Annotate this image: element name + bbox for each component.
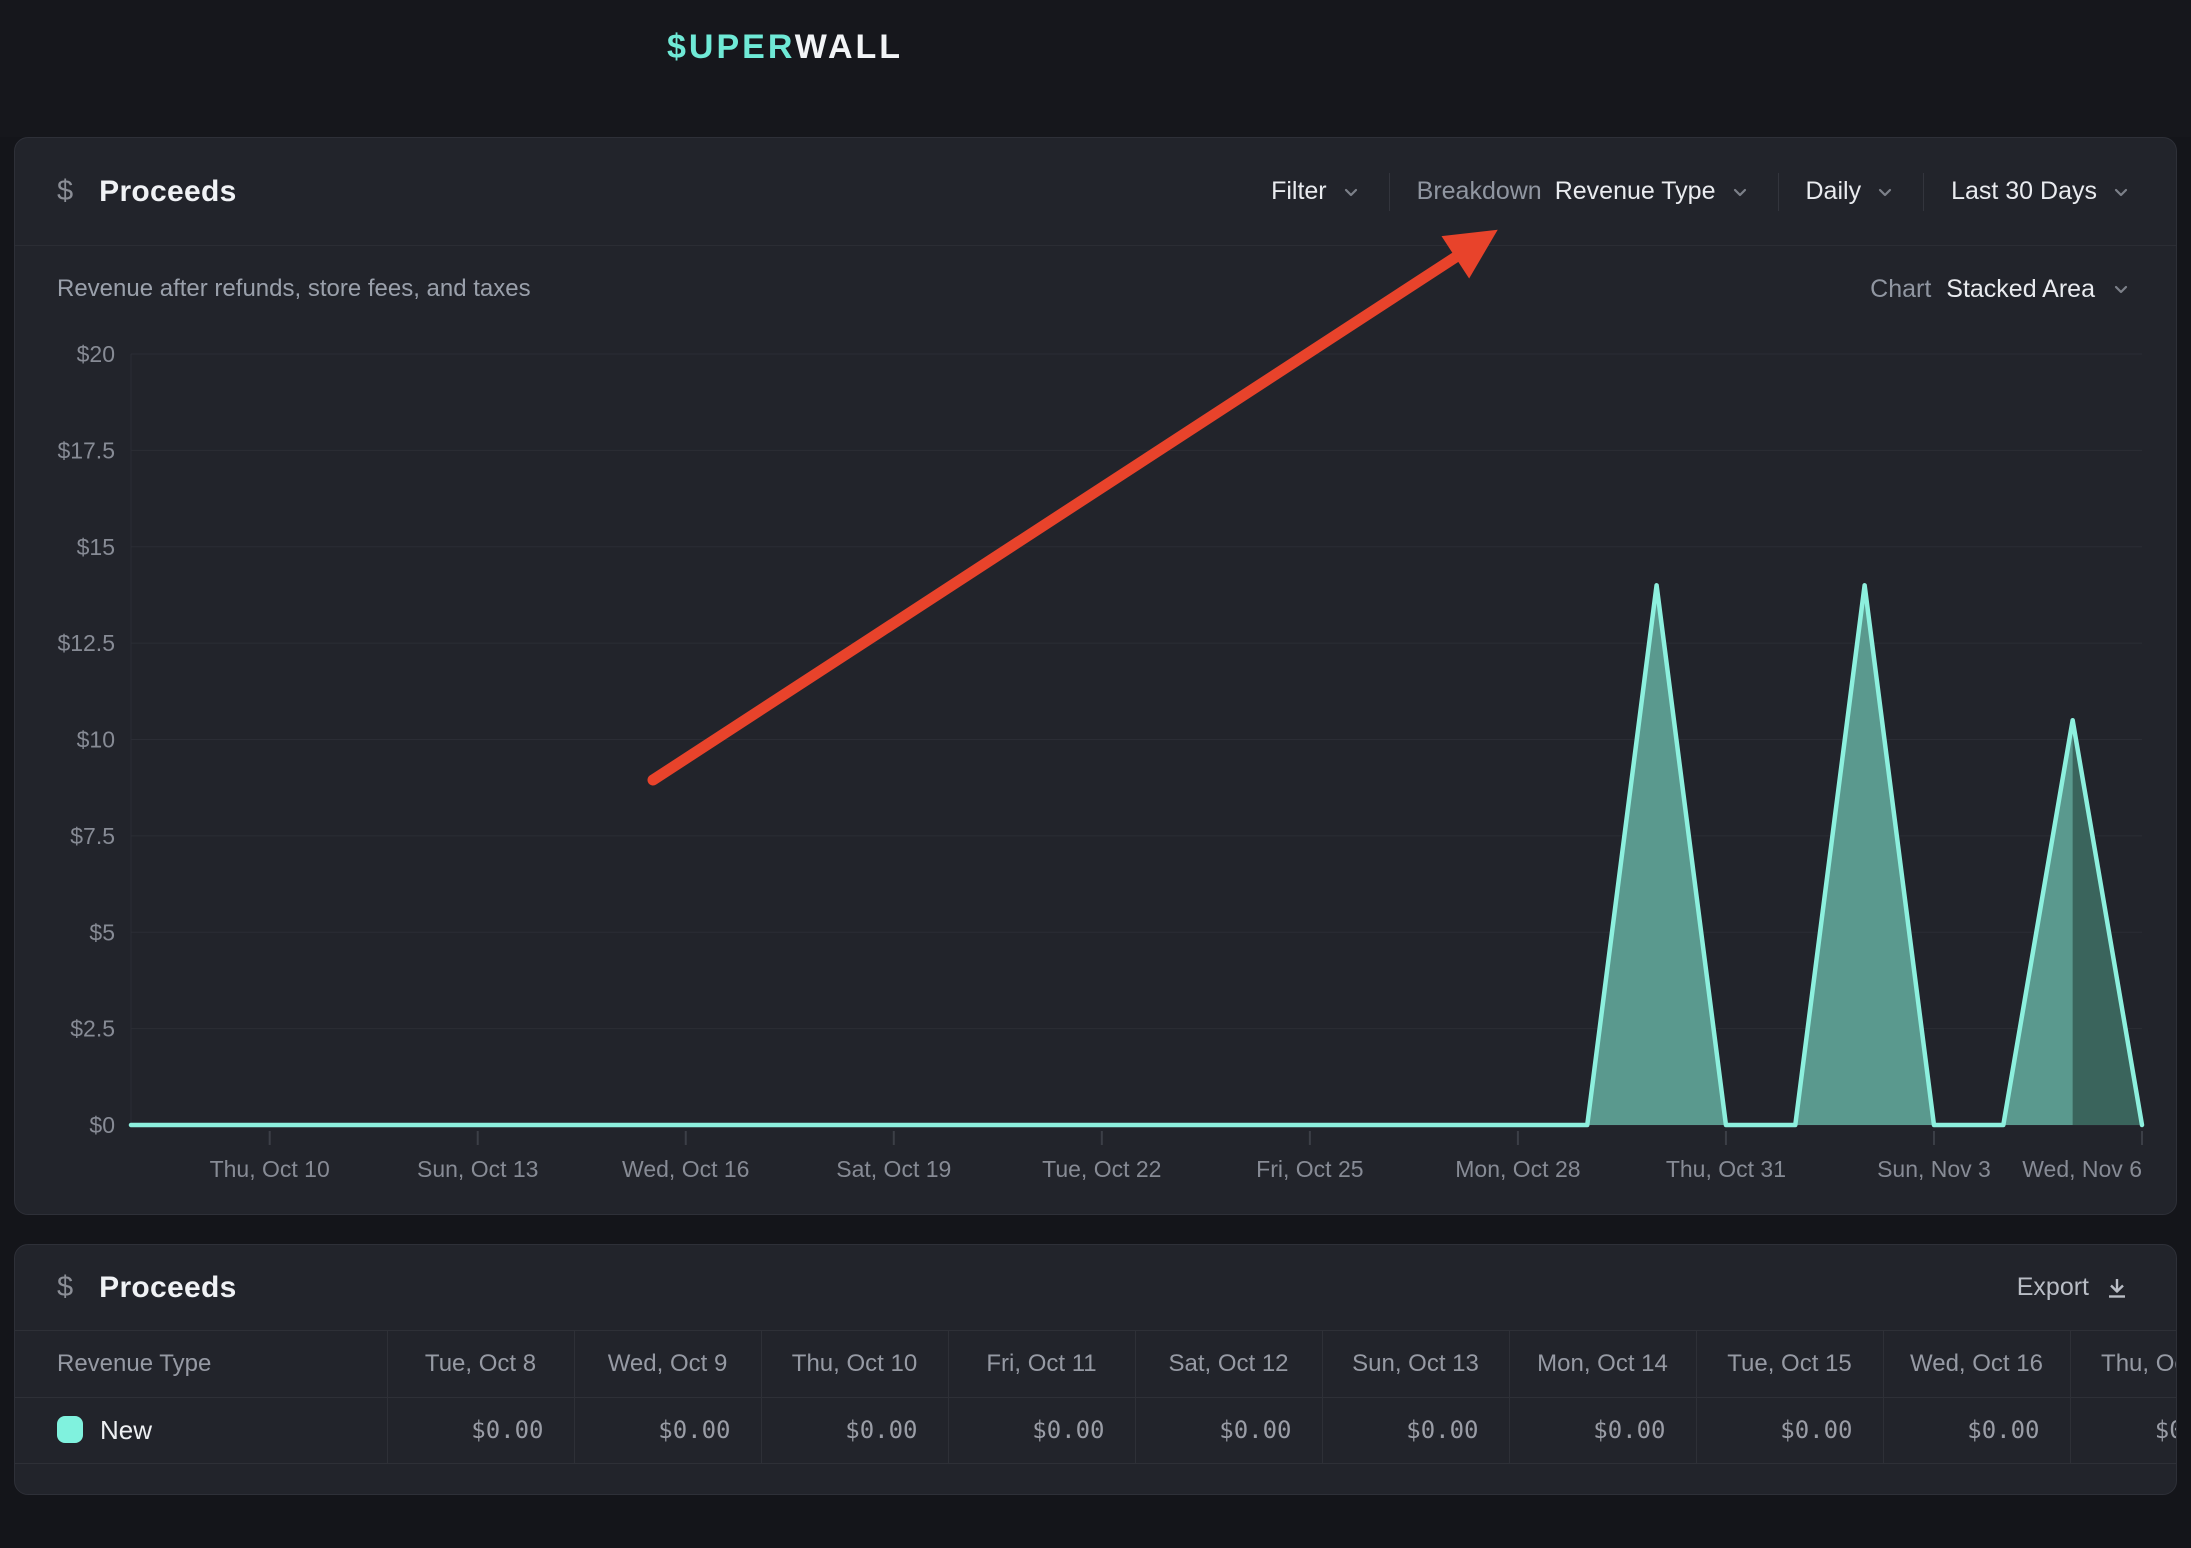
x-axis-label: Wed, Oct 16 <box>622 1156 749 1182</box>
x-axis-label: Mon, Oct 28 <box>1455 1156 1580 1182</box>
page-title: Proceeds <box>99 175 236 209</box>
x-axis-label: Sun, Nov 3 <box>1877 1156 1991 1182</box>
chevron-down-icon <box>2110 278 2132 300</box>
x-axis-label: Thu, Oct 10 <box>210 1156 330 1182</box>
value-cell: $0.00 <box>1696 1397 1883 1463</box>
y-axis-label: $17.5 <box>57 437 115 463</box>
date-range-dropdown[interactable]: Last 30 Days <box>1951 177 2132 206</box>
column-header-date: Mon, Oct 14 <box>1509 1331 1696 1397</box>
export-button-label: Export <box>2017 1273 2089 1302</box>
y-axis-label: $15 <box>77 534 115 560</box>
value-cell: $0.00 <box>1509 1397 1696 1463</box>
chart-card-header: $ Proceeds Filter Breakdown Revenue Type… <box>15 138 2176 246</box>
x-axis-label: Sat, Oct 19 <box>836 1156 951 1182</box>
proceeds-table-card: $ Proceeds Export Revenue TypeTue, Oct 8… <box>14 1244 2177 1495</box>
interval-dropdown-value: Daily <box>1806 177 1862 206</box>
x-axis-label: Thu, Oct 31 <box>1666 1156 1786 1182</box>
dollar-icon: $ <box>57 175 73 208</box>
value-cell: $0.00 <box>574 1397 761 1463</box>
series-color-swatch <box>57 1416 83 1443</box>
value-cell: $0.00 <box>387 1397 574 1463</box>
value-cell: $0.00 <box>948 1397 1135 1463</box>
table-card-title-group: $ Proceeds <box>57 1271 237 1305</box>
column-header-date: Sun, Oct 13 <box>1322 1331 1509 1397</box>
area-series-fill <box>131 585 2142 1125</box>
proceeds-chart-card: $ Proceeds Filter Breakdown Revenue Type… <box>14 137 2177 1215</box>
y-axis-label: $0 <box>89 1112 115 1138</box>
y-axis-label: $10 <box>77 727 115 753</box>
y-axis-label: $20 <box>77 341 115 367</box>
column-header-date: Wed, Oct 16 <box>1883 1331 2070 1397</box>
x-axis-label: Wed, Nov 6 <box>2022 1156 2142 1182</box>
controls-divider <box>1778 173 1779 211</box>
column-header-date: Tue, Oct 8 <box>387 1331 574 1397</box>
filter-dropdown-label: Filter <box>1271 177 1327 206</box>
table-header-row: Revenue TypeTue, Oct 8Wed, Oct 9Thu, Oct… <box>15 1331 2177 1397</box>
superwall-logo: $UPERWALL <box>667 28 903 67</box>
chart-type-dropdown[interactable]: Chart Stacked Area <box>1870 275 2132 304</box>
column-header-revenue-type: Revenue Type <box>15 1331 387 1397</box>
column-header-date: Fri, Oct 11 <box>948 1331 1135 1397</box>
top-bar: $UPERWALL <box>0 0 2191 137</box>
chart-subtitle: Revenue after refunds, store fees, and t… <box>57 275 531 303</box>
filter-dropdown[interactable]: Filter <box>1271 177 1362 206</box>
value-cell: $0.00 <box>1135 1397 1322 1463</box>
value-cell: $0.00 <box>1322 1397 1509 1463</box>
chart-controls: Filter Breakdown Revenue Type Daily Last… <box>1271 173 2132 211</box>
logo-prefix: $UPER <box>667 28 795 66</box>
table-row: New$0.00$0.00$0.00$0.00$0.00$0.00$0.00$0… <box>15 1397 2177 1463</box>
interval-dropdown[interactable]: Daily <box>1806 177 1897 206</box>
chart-card-title-group: $ Proceeds <box>57 175 237 209</box>
chart-type-value: Stacked Area <box>1946 275 2095 304</box>
value-cell: $0.00 <box>761 1397 948 1463</box>
column-header-date: Sat, Oct 12 <box>1135 1331 1322 1397</box>
revenue-type-cell: New <box>15 1397 387 1463</box>
x-axis-label: Tue, Oct 22 <box>1042 1156 1161 1182</box>
table-title: Proceeds <box>99 1271 236 1305</box>
proceeds-table: Revenue TypeTue, Oct 8Wed, Oct 9Thu, Oct… <box>15 1331 2177 1464</box>
chevron-down-icon <box>1340 181 1362 203</box>
value-cell: $0.00 <box>2070 1397 2177 1463</box>
chevron-down-icon <box>1874 181 1896 203</box>
breakdown-dropdown[interactable]: Breakdown Revenue Type <box>1417 177 1751 206</box>
controls-divider <box>1389 173 1390 211</box>
breakdown-dropdown-label: Breakdown <box>1417 177 1542 206</box>
value-cell: $0.00 <box>1883 1397 2070 1463</box>
y-axis-label: $12.5 <box>57 630 115 656</box>
column-header-date: Thu, Oct 10 <box>761 1331 948 1397</box>
chevron-down-icon <box>1729 181 1751 203</box>
stacked-area-chart: $0 $2.5 $5 $7.5 $10 $12.5 $15 $17.5 $20 Thu, Oct … <box>15 331 2177 1215</box>
chevron-down-icon <box>2110 181 2132 203</box>
controls-divider <box>1923 173 1924 211</box>
dollar-icon: $ <box>57 1271 73 1304</box>
y-axis-label: $5 <box>89 919 115 945</box>
y-axis-label: $7.5 <box>70 823 115 849</box>
logo-suffix: WALL <box>795 28 903 66</box>
x-axis-label: Sun, Oct 13 <box>417 1156 538 1182</box>
date-range-dropdown-value: Last 30 Days <box>1951 177 2097 206</box>
download-icon <box>2104 1275 2130 1301</box>
chart-subheader: Revenue after refunds, store fees, and t… <box>15 246 2176 332</box>
breakdown-dropdown-value: Revenue Type <box>1555 177 1716 206</box>
chart-type-label: Chart <box>1870 275 1931 304</box>
column-header-date: Thu, Oct 17 <box>2070 1331 2177 1397</box>
table-card-header: $ Proceeds Export <box>15 1245 2176 1331</box>
column-header-date: Wed, Oct 9 <box>574 1331 761 1397</box>
x-axis-label: Fri, Oct 25 <box>1256 1156 1363 1182</box>
y-axis-label: $2.5 <box>70 1016 115 1042</box>
column-header-date: Tue, Oct 15 <box>1696 1331 1883 1397</box>
export-button[interactable]: Export <box>2017 1273 2130 1302</box>
